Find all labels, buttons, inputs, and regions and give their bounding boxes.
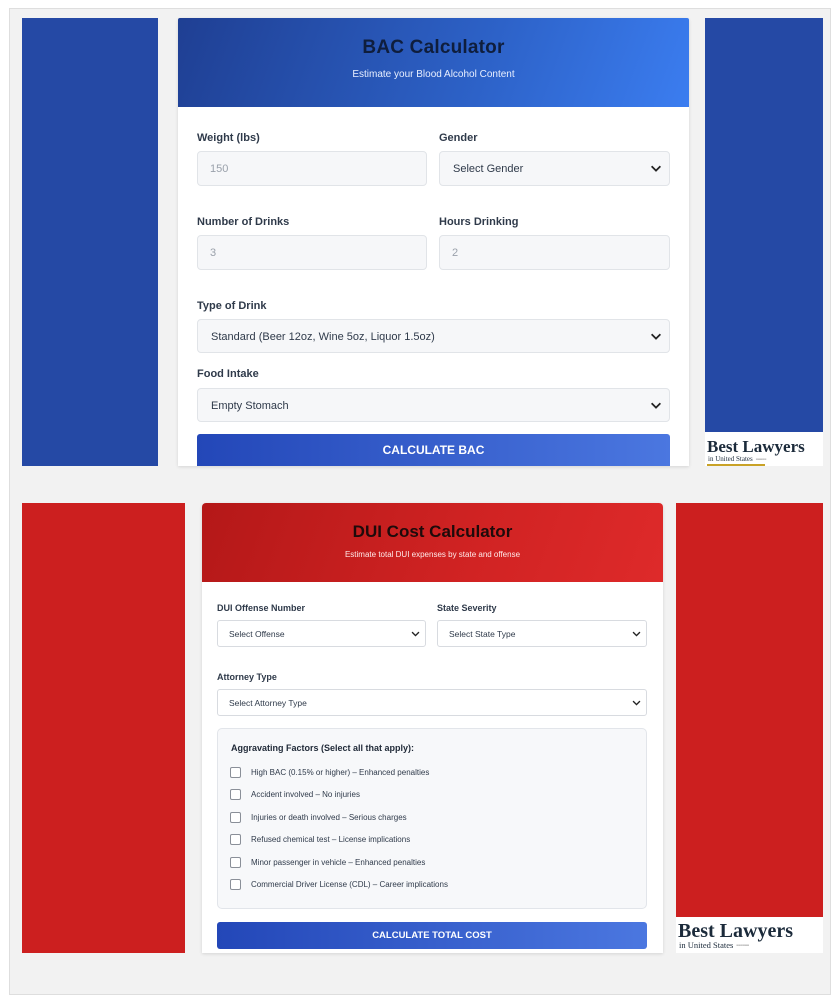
checkbox[interactable] xyxy=(230,766,241,778)
aggravating-factors-title: Aggravating Factors (Select all that app… xyxy=(231,743,415,753)
factor-cdl[interactable]: Commercial Driver License (CDL) – Career… xyxy=(230,878,448,890)
attorney-value: Select Attorney Type xyxy=(229,698,307,708)
chevron-down-icon xyxy=(411,631,420,637)
bac-calculator-card: BAC Calculator Estimate your Blood Alcoh… xyxy=(178,18,689,466)
chevron-down-icon xyxy=(651,402,661,409)
logo-subtitle: in United States xyxy=(708,455,753,463)
attorney-label: Attorney Type xyxy=(217,672,277,682)
weight-input[interactable]: 150 xyxy=(197,151,427,186)
offense-label: DUI Offense Number xyxy=(217,603,306,613)
state-value: Select State Type xyxy=(449,629,516,639)
food-label: Food Intake xyxy=(197,368,259,380)
checkbox[interactable] xyxy=(230,856,241,868)
logo-subtitle: in United States xyxy=(679,940,734,950)
checkbox[interactable] xyxy=(230,788,241,800)
chevron-down-icon xyxy=(651,333,661,340)
dui-header: DUI Cost Calculator Estimate total DUI e… xyxy=(202,503,663,582)
checkbox[interactable] xyxy=(230,878,241,890)
checkbox[interactable] xyxy=(230,833,241,845)
logo-underline xyxy=(707,464,765,466)
chevron-down-icon xyxy=(651,165,661,172)
aggravating-factors-panel: Aggravating Factors (Select all that app… xyxy=(217,728,647,909)
bac-title: BAC Calculator xyxy=(362,37,505,58)
chevron-down-icon xyxy=(632,700,641,706)
hours-label: Hours Drinking xyxy=(439,216,519,228)
gender-select[interactable]: Select Gender xyxy=(439,151,670,186)
state-label: State Severity xyxy=(437,603,497,613)
gender-label: Gender xyxy=(439,132,478,144)
bac-right-banner xyxy=(705,18,823,432)
factor-label: Injuries or death involved – Serious cha… xyxy=(251,812,407,822)
logo-title: Best Lawyers xyxy=(707,437,805,456)
dui-right-banner xyxy=(676,503,823,917)
bac-left-banner xyxy=(22,18,158,466)
hours-placeholder: 2 xyxy=(452,247,459,259)
bac-header: BAC Calculator Estimate your Blood Alcoh… xyxy=(178,18,689,107)
gender-value: Select Gender xyxy=(453,163,524,175)
chevron-down-icon xyxy=(632,631,641,637)
weight-label: Weight (lbs) xyxy=(197,132,260,144)
factor-label: Minor passenger in vehicle – Enhanced pe… xyxy=(251,857,426,867)
bac-best-lawyers-logo[interactable]: Best Lawyers in United States ▪▪▪▪▪▪▪▪▪▪ xyxy=(705,432,823,466)
dui-subtitle: Estimate total DUI expenses by state and… xyxy=(344,550,521,559)
factor-label: Accident involved – No injuries xyxy=(251,789,360,799)
factor-refused-test[interactable]: Refused chemical test – License implicat… xyxy=(230,833,410,845)
checkbox[interactable] xyxy=(230,811,241,823)
drink-type-label: Type of Drink xyxy=(197,300,267,312)
drinks-label: Number of Drinks xyxy=(197,216,290,228)
bac-subtitle: Estimate your Blood Alcohol Content xyxy=(352,69,515,80)
drink-type-value: Standard (Beer 12oz, Wine 5oz, Liquor 1.… xyxy=(211,331,435,343)
dui-calculator-card: DUI Cost Calculator Estimate total DUI e… xyxy=(202,503,663,953)
factor-label: Refused chemical test – License implicat… xyxy=(251,834,411,844)
factor-minor-passenger[interactable]: Minor passenger in vehicle – Enhanced pe… xyxy=(230,856,425,868)
factor-label: High BAC (0.15% or higher) – Enhanced pe… xyxy=(251,767,430,777)
offense-select[interactable]: Select Offense xyxy=(217,620,426,647)
dui-best-lawyers-logo[interactable]: Best Lawyers in United States ▪▪▪▪▪▪▪▪▪▪▪… xyxy=(676,917,823,953)
factor-high-bac[interactable]: High BAC (0.15% or higher) – Enhanced pe… xyxy=(230,766,429,778)
factor-accident[interactable]: Accident involved – No injuries xyxy=(230,788,360,800)
dui-left-banner xyxy=(22,503,185,953)
dui-title: DUI Cost Calculator xyxy=(352,522,513,541)
food-select[interactable]: Empty Stomach xyxy=(197,388,670,422)
offense-value: Select Offense xyxy=(229,629,285,639)
factor-injuries[interactable]: Injuries or death involved – Serious cha… xyxy=(230,811,407,823)
calculate-total-cost-button[interactable]: CALCULATE TOTAL COST xyxy=(217,922,647,949)
calculate-bac-button[interactable]: CALCULATE BAC xyxy=(197,434,670,466)
drinks-placeholder: 3 xyxy=(210,247,217,259)
state-select[interactable]: Select State Type xyxy=(437,620,647,647)
food-value: Empty Stomach xyxy=(211,400,289,412)
attorney-select[interactable]: Select Attorney Type xyxy=(217,689,647,716)
drinks-input[interactable]: 3 xyxy=(197,235,427,270)
hours-input[interactable]: 2 xyxy=(439,235,670,270)
factor-label: Commercial Driver License (CDL) – Career… xyxy=(251,879,448,889)
drink-type-select[interactable]: Standard (Beer 12oz, Wine 5oz, Liquor 1.… xyxy=(197,319,670,353)
weight-placeholder: 150 xyxy=(210,163,229,175)
logo-title: Best Lawyers xyxy=(678,920,793,942)
